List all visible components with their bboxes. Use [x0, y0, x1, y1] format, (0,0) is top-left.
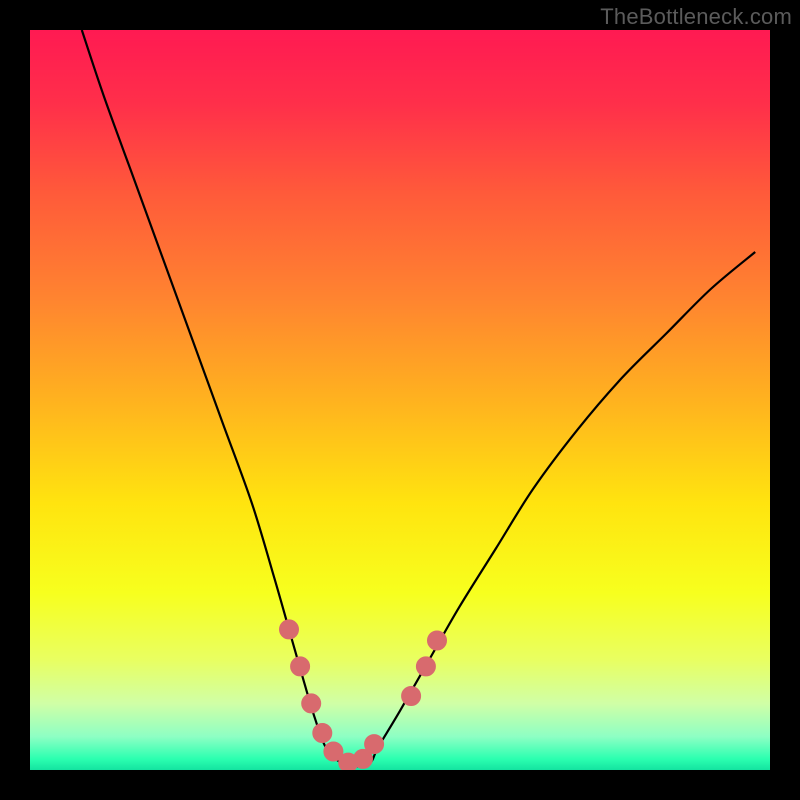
highlight-dot: [402, 687, 421, 706]
curve-layer: [30, 30, 770, 770]
highlight-dot: [428, 631, 447, 650]
plot-area: [30, 30, 770, 770]
highlight-markers: [280, 620, 447, 770]
chart-frame: TheBottleneck.com: [0, 0, 800, 800]
highlight-dot: [302, 694, 321, 713]
highlight-dot: [280, 620, 299, 639]
highlight-dot: [313, 724, 332, 743]
highlight-dot: [291, 657, 310, 676]
highlight-dot: [365, 735, 384, 754]
highlight-dot: [416, 657, 435, 676]
bottleneck-curve: [82, 30, 755, 766]
watermark-text: TheBottleneck.com: [600, 4, 792, 30]
